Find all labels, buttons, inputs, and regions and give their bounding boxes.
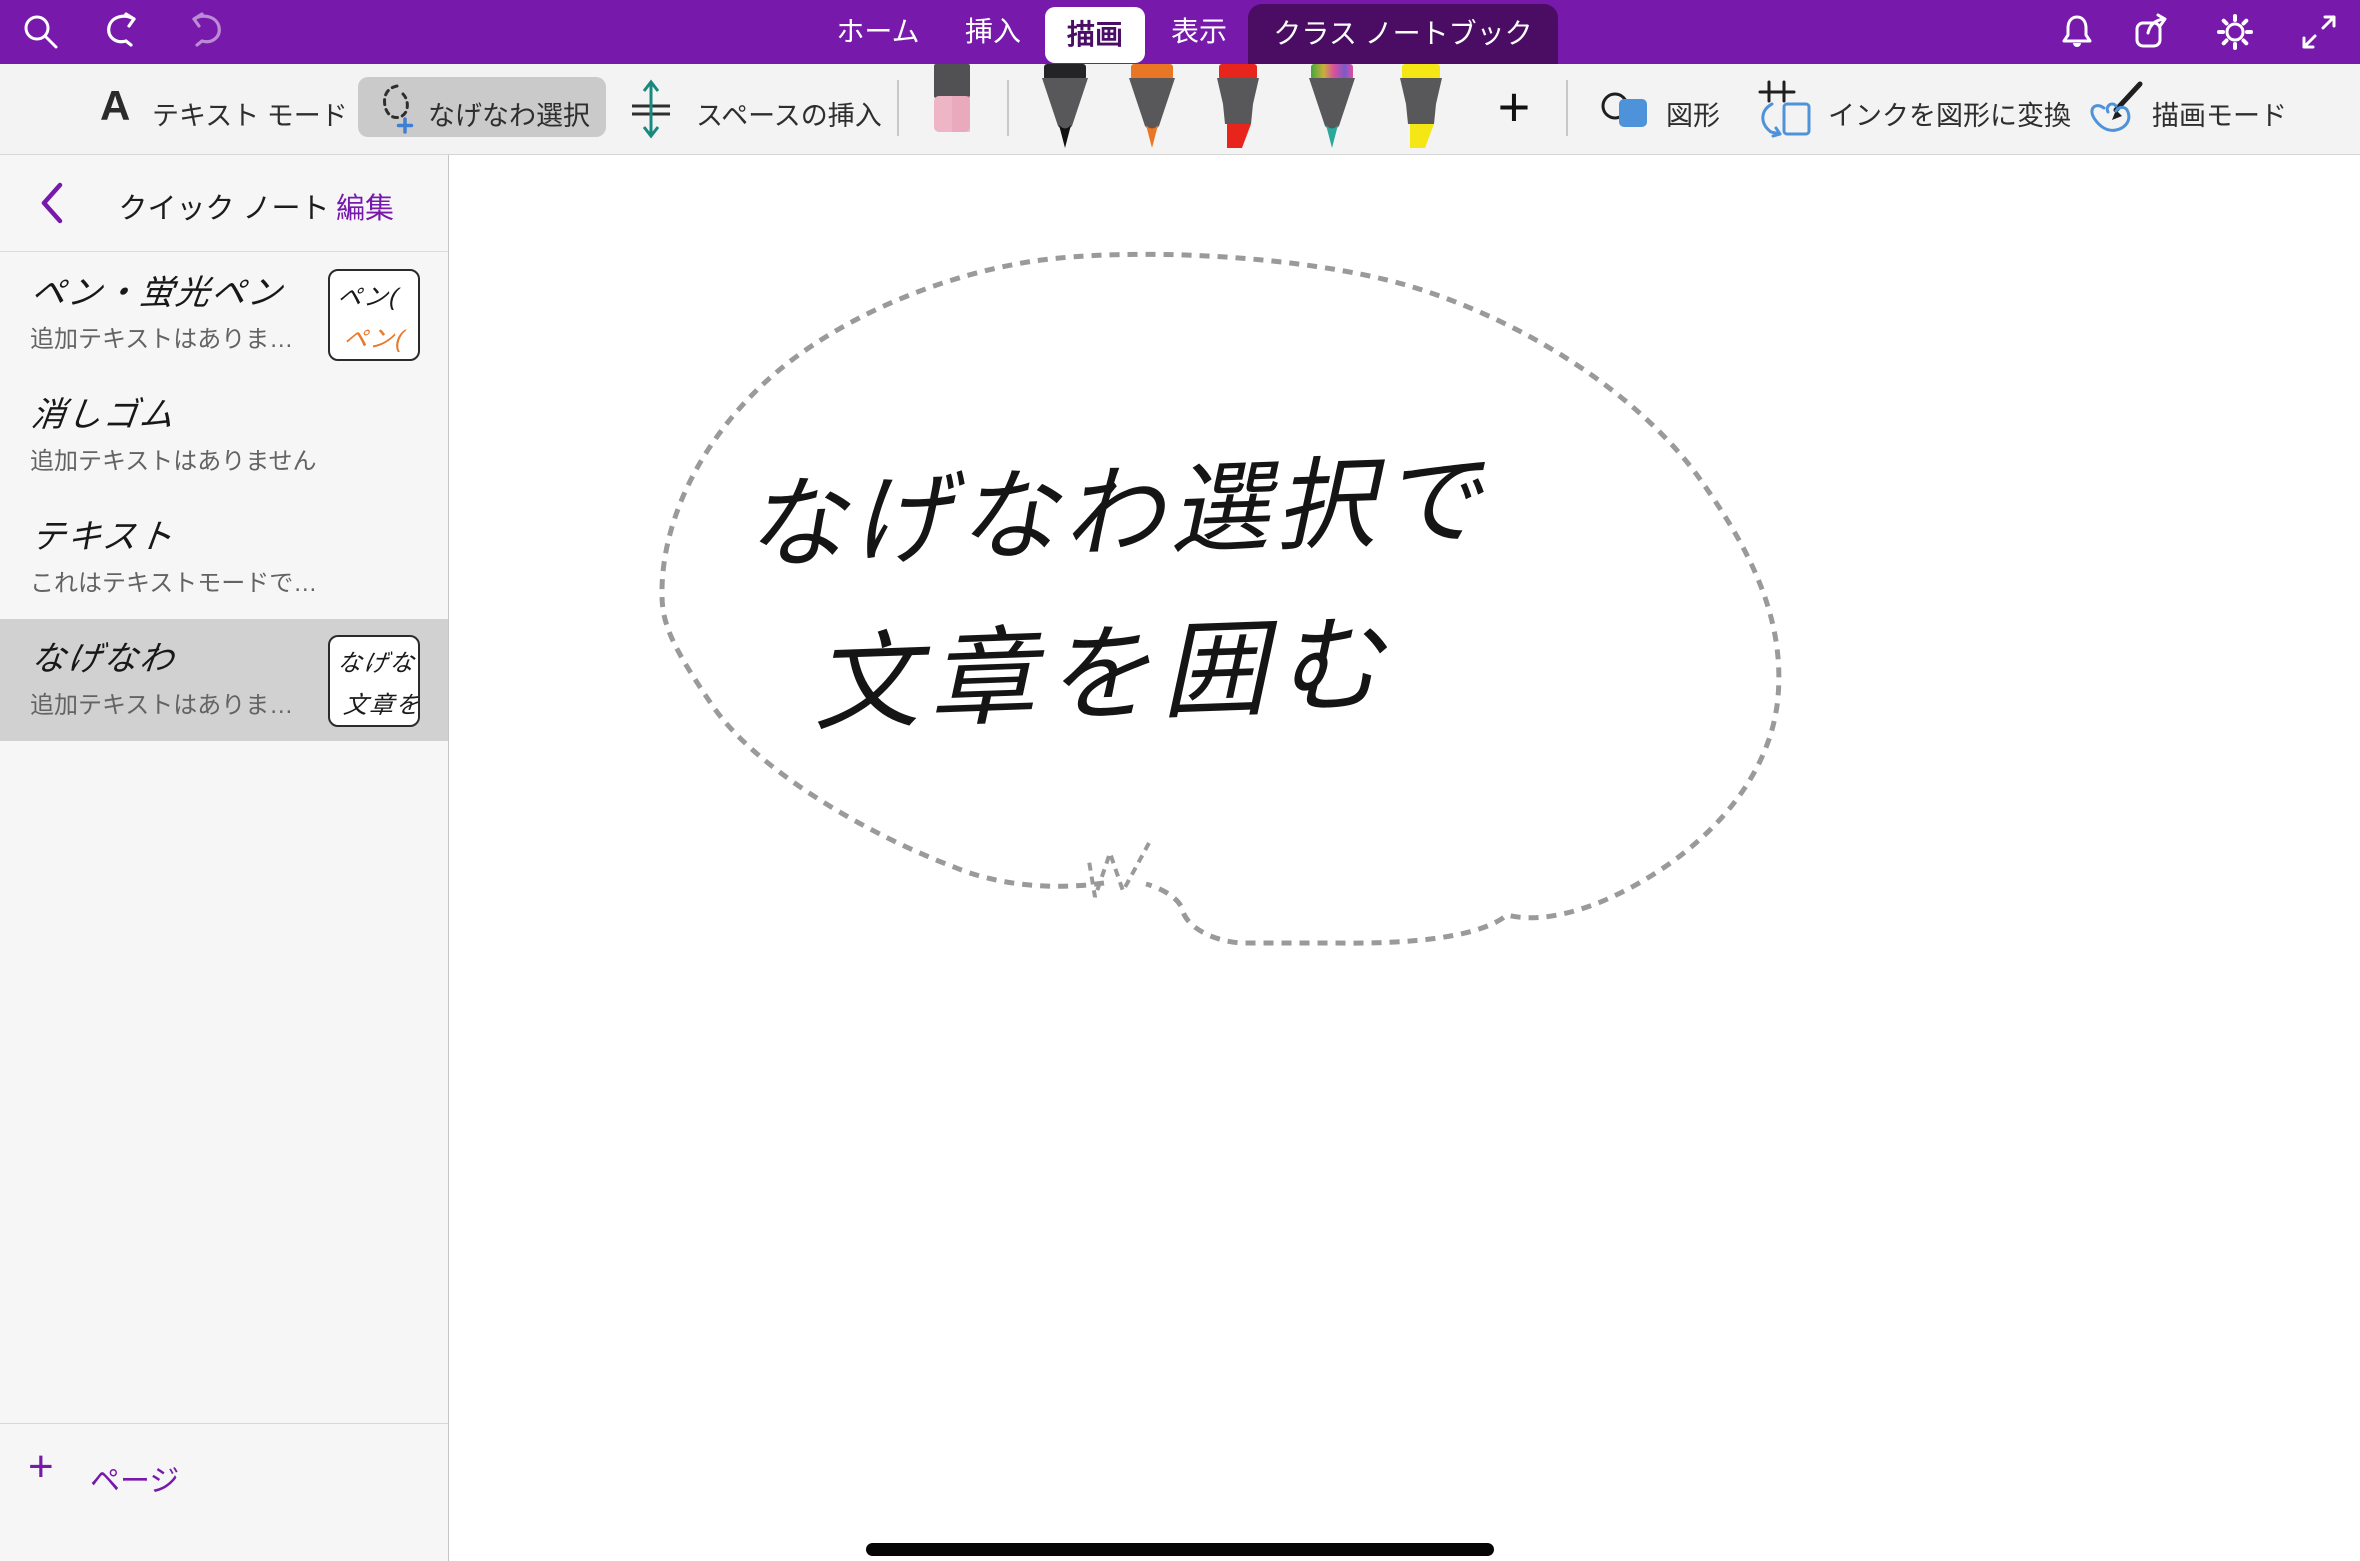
rainbow-pen-tool[interactable] xyxy=(1305,64,1359,157)
home-indicator-bar[interactable] xyxy=(866,1543,1494,1556)
page-list-sidebar: クイック ノート 編集 ペン・蛍光ペン 追加テキストはありま… ペン( ペン( … xyxy=(0,155,449,1561)
insert-space-button[interactable]: スペースの挿入 xyxy=(696,94,882,133)
tab-insert[interactable]: 挿入 xyxy=(940,0,1046,64)
page-item-subtitle: 追加テキストはありま… xyxy=(30,685,320,720)
lasso-closure-scribble xyxy=(1089,843,1149,897)
page-item-subtitle: 追加テキストはありません xyxy=(30,441,320,476)
lasso-select-label: なげなわ選択 xyxy=(428,94,590,133)
tab-draw[interactable]: 描画 xyxy=(1045,7,1145,63)
page-item-lasso-selected[interactable]: なげなわ 追加テキストはありま… なげな 文章を xyxy=(0,619,448,741)
thumbnail-ink-text: ペン( xyxy=(342,319,408,354)
add-page-button[interactable]: ページ xyxy=(90,1456,179,1500)
ink-layer: なげなわ選択で 文章を囲む xyxy=(449,155,2360,1561)
bell-icon[interactable] xyxy=(2056,11,2098,53)
thumbnail-ink-text: なげな xyxy=(336,643,418,678)
fullscreen-expand-icon[interactable] xyxy=(2298,11,2340,53)
ribbon-toolbar: A テキスト モード なげなわ選択 スペースの挿入 xyxy=(0,64,2360,155)
yellow-highlighter-tool[interactable] xyxy=(1394,64,1448,157)
red-highlighter-tool[interactable] xyxy=(1211,64,1265,157)
draw-mode-icon xyxy=(2086,80,2144,141)
search-icon[interactable] xyxy=(20,11,62,53)
insert-space-icon xyxy=(626,78,676,145)
black-pen-tool[interactable] xyxy=(1038,64,1092,157)
redo-icon[interactable] xyxy=(184,11,226,53)
text-mode-icon: A xyxy=(100,82,130,130)
lasso-icon xyxy=(374,81,420,140)
page-item-title: なげなわ xyxy=(29,631,179,680)
shapes-button[interactable]: 図形 xyxy=(1666,94,1720,133)
toolbar-divider xyxy=(1566,80,1568,136)
tab-home[interactable]: ホーム xyxy=(820,0,936,64)
page-thumbnail: ペン( ペン( xyxy=(328,269,420,361)
orange-pen-tool[interactable] xyxy=(1125,64,1179,157)
add-page-plus-icon[interactable]: + xyxy=(28,1442,54,1492)
page-item-title: テキスト xyxy=(29,509,178,558)
toolbar-divider xyxy=(1007,80,1009,136)
add-pen-button[interactable]: + xyxy=(1486,72,1542,142)
share-icon[interactable] xyxy=(2130,11,2172,53)
page-item-text[interactable]: テキスト これはテキストモードで入力し… xyxy=(0,497,448,619)
undo-icon[interactable] xyxy=(102,11,144,53)
text-mode-button[interactable]: テキスト モード xyxy=(152,94,348,133)
lasso-select-button[interactable]: なげなわ選択 xyxy=(358,77,606,137)
page-item-subtitle: これはテキストモードで入力し… xyxy=(30,563,320,598)
page-item-title: 消しゴム xyxy=(29,387,179,436)
page-item-eraser[interactable]: 消しゴム 追加テキストはありません xyxy=(0,375,448,497)
draw-mode-button[interactable]: 描画モード xyxy=(2152,94,2287,133)
page-thumbnail: なげな 文章を xyxy=(328,635,420,727)
sidebar-header: クイック ノート 編集 xyxy=(0,155,448,252)
sidebar-footer: + ページ xyxy=(0,1423,448,1514)
thumbnail-ink-text: 文章を xyxy=(342,685,420,720)
handwritten-ink-line-1: なげなわ選択で xyxy=(743,444,1488,582)
ink-to-shape-icon xyxy=(1756,78,1814,143)
tab-class-notebook[interactable]: クラス ノートブック xyxy=(1248,4,1558,64)
settings-gear-icon[interactable] xyxy=(2214,11,2256,53)
toolbar-divider xyxy=(897,80,899,136)
drawing-canvas[interactable]: なげなわ選択で 文章を囲む xyxy=(449,155,2360,1561)
shapes-icon xyxy=(1600,84,1654,139)
ink-to-shape-button[interactable]: インクを図形に変換 xyxy=(1828,94,2071,133)
handwritten-ink-line-2: 文章を囲む xyxy=(811,606,1395,744)
eraser-tool[interactable] xyxy=(930,64,974,143)
edit-button[interactable]: 編集 xyxy=(336,185,394,227)
lasso-selection-outline xyxy=(662,254,1779,943)
page-item-title: ペン・蛍光ペン xyxy=(29,265,287,314)
tab-view[interactable]: 表示 xyxy=(1146,0,1252,64)
page-item-pen-highlighter[interactable]: ペン・蛍光ペン 追加テキストはありま… ペン( ペン( xyxy=(0,253,448,375)
page-item-subtitle: 追加テキストはありま… xyxy=(30,319,320,354)
thumbnail-ink-text: ペン( xyxy=(336,277,402,312)
title-bar: ホーム 挿入 描画 表示 クラス ノートブック xyxy=(0,0,2360,64)
